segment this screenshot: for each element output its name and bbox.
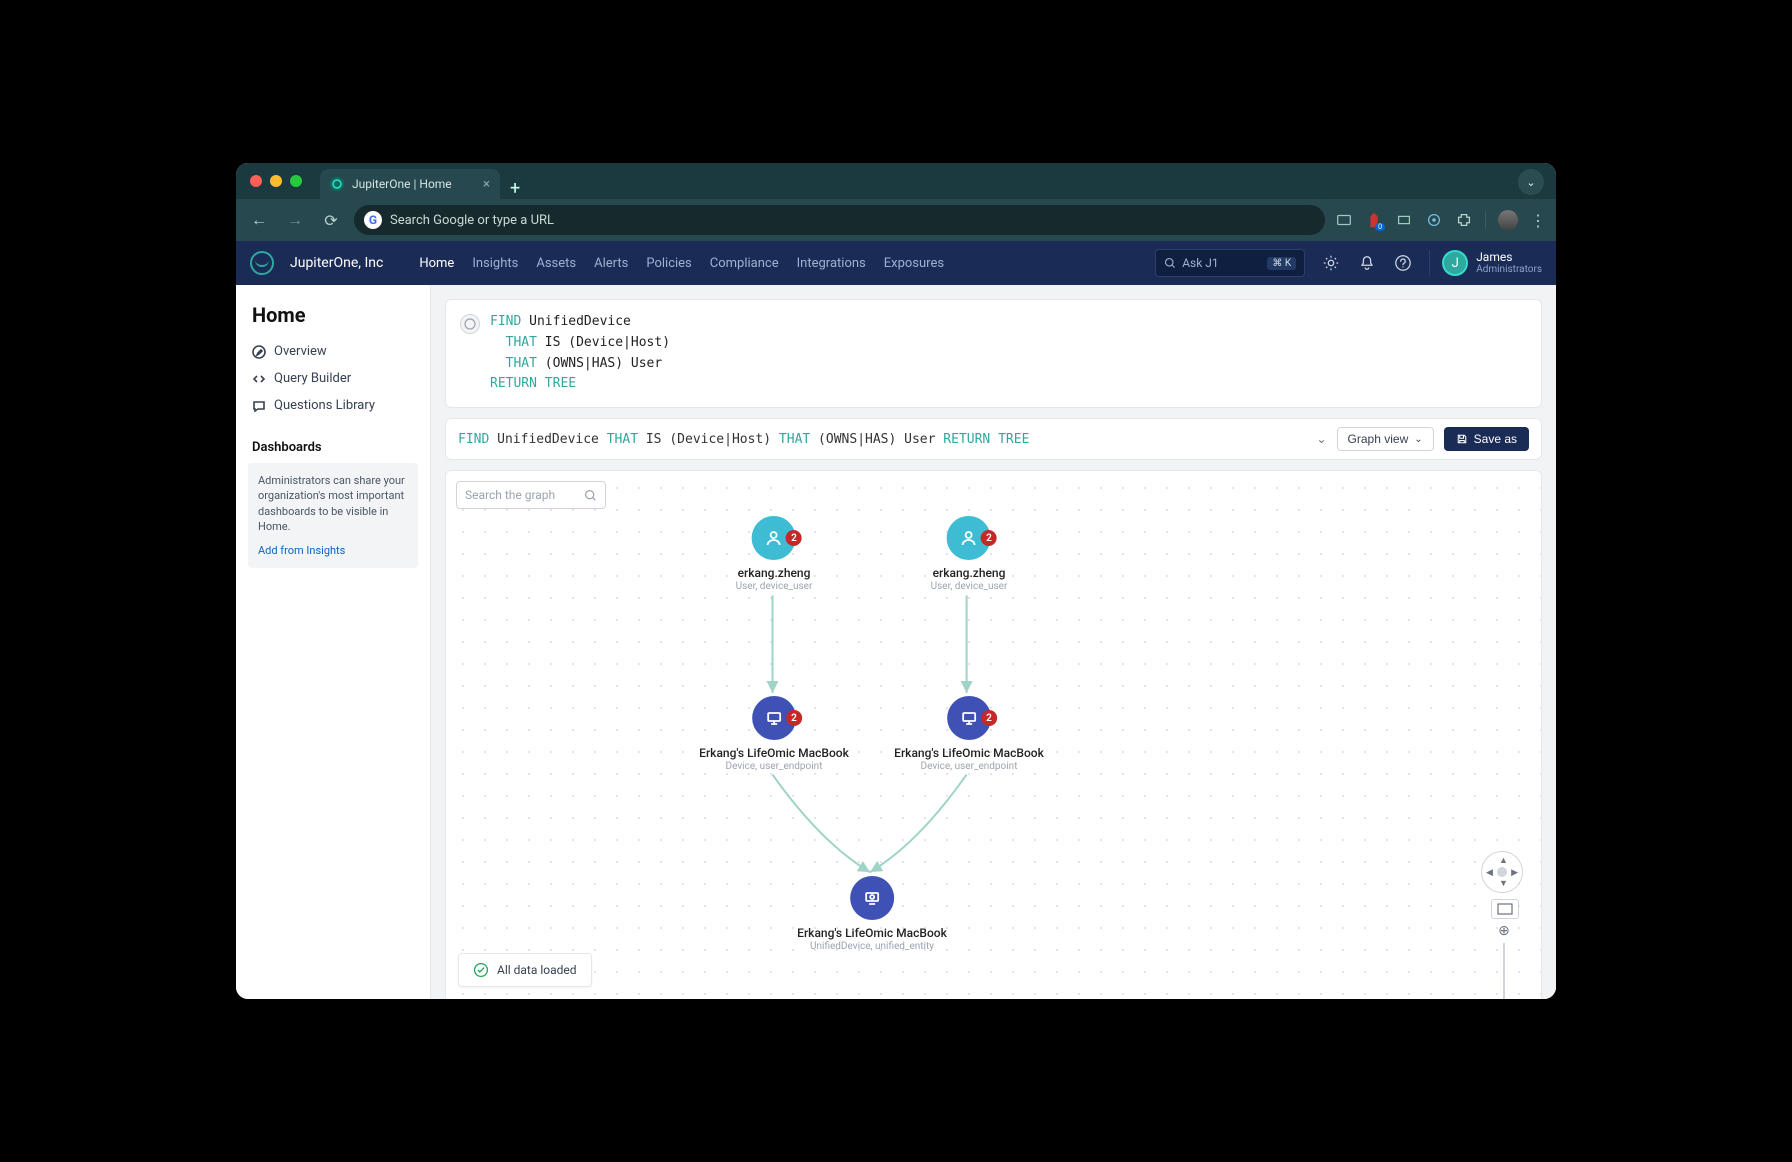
ask-placeholder: Ask J1 bbox=[1182, 256, 1218, 270]
window-controls[interactable] bbox=[250, 175, 302, 187]
zoom-slider[interactable]: ⊕ bbox=[1499, 923, 1509, 999]
nav-compliance[interactable]: Compliance bbox=[710, 256, 779, 271]
nav-home[interactable]: Home bbox=[419, 256, 454, 271]
collapse-icon[interactable]: ⌄ bbox=[1316, 432, 1326, 446]
address-bar[interactable]: G Search Google or type a URL bbox=[354, 205, 1325, 235]
tab-title: JupiterOne | Home bbox=[352, 177, 452, 191]
close-tab-icon[interactable]: × bbox=[483, 177, 490, 192]
node-badge: 2 bbox=[786, 530, 802, 546]
search-engine-icon: G bbox=[364, 211, 382, 229]
nav-exposures[interactable]: Exposures bbox=[884, 256, 944, 271]
sidebar: Home OverviewQuery BuilderQuestions Libr… bbox=[236, 285, 431, 999]
ask-j1-input[interactable]: Ask J1 ⌘ K bbox=[1155, 249, 1305, 277]
user-name: James bbox=[1476, 251, 1542, 264]
extension-icon[interactable] bbox=[1335, 211, 1353, 229]
node-badge: 2 bbox=[981, 710, 997, 726]
graph-node[interactable]: Erkang's LifeOmic MacBookUnifiedDevice, … bbox=[797, 876, 947, 952]
tabs-dropdown-button[interactable]: ⌄ bbox=[1518, 169, 1544, 195]
sidebar-item-questions-library[interactable]: Questions Library bbox=[246, 393, 420, 418]
nav-policies[interactable]: Policies bbox=[646, 256, 691, 271]
query-text: FIND UnifiedDevice THAT IS (Device|Host)… bbox=[490, 312, 670, 395]
graph-node[interactable]: 2Erkang's LifeOmic MacBookDevice, user_e… bbox=[894, 696, 1044, 772]
pan-control[interactable]: ▲ ▼ ◀ ▶ bbox=[1481, 851, 1523, 893]
dashboards-info: Administrators can share your organizati… bbox=[248, 463, 418, 568]
page-title: Home bbox=[252, 303, 414, 327]
org-name[interactable]: JupiterOne, Inc bbox=[290, 255, 383, 271]
favicon-icon bbox=[330, 177, 344, 191]
node-badge: 2 bbox=[786, 710, 802, 726]
result-toolbar: FIND UnifiedDevice THAT IS (Device|Host)… bbox=[445, 418, 1542, 460]
user-menu[interactable]: J James Administrators bbox=[1429, 250, 1542, 276]
nav-alerts[interactable]: Alerts bbox=[594, 256, 628, 271]
nav-integrations[interactable]: Integrations bbox=[797, 256, 866, 271]
graph-canvas[interactable]: Search the graph 2erkang.zhengUser, devi… bbox=[445, 470, 1542, 999]
help-icon[interactable] bbox=[1393, 253, 1413, 273]
extensions-menu-icon[interactable] bbox=[1455, 211, 1473, 229]
user-role: Administrators bbox=[1476, 264, 1542, 275]
profile-avatar[interactable] bbox=[1498, 210, 1518, 230]
reload-button[interactable]: ⟳ bbox=[318, 207, 344, 233]
node-badge: 2 bbox=[981, 530, 997, 546]
extension-icon[interactable] bbox=[1425, 211, 1443, 229]
fit-to-screen-button[interactable] bbox=[1491, 899, 1519, 919]
user-avatar: J bbox=[1442, 250, 1468, 276]
forward-button[interactable]: → bbox=[282, 207, 308, 233]
extension-icon[interactable] bbox=[1395, 211, 1413, 229]
app-logo-icon[interactable] bbox=[250, 251, 274, 275]
nav-assets[interactable]: Assets bbox=[536, 256, 576, 271]
sidebar-item-query-builder[interactable]: Query Builder bbox=[246, 366, 420, 391]
query-editor[interactable]: FIND UnifiedDevice THAT IS (Device|Host)… bbox=[445, 299, 1542, 408]
browser-menu-button[interactable]: ⋮ bbox=[1530, 211, 1546, 230]
save-as-button[interactable]: Save as bbox=[1444, 427, 1529, 451]
ask-shortcut: ⌘ K bbox=[1267, 257, 1296, 270]
sidebar-section-title: Dashboards bbox=[252, 440, 414, 455]
sidebar-item-overview[interactable]: Overview bbox=[246, 339, 420, 364]
address-placeholder: Search Google or type a URL bbox=[390, 213, 554, 228]
zoom-in-icon[interactable]: ⊕ bbox=[1498, 923, 1510, 939]
result-query-text: FIND UnifiedDevice THAT IS (Device|Host)… bbox=[458, 432, 1306, 447]
new-tab-button[interactable]: + bbox=[500, 178, 530, 199]
graph-node[interactable]: 2Erkang's LifeOmic MacBookDevice, user_e… bbox=[699, 696, 849, 772]
graph-node[interactable]: 2erkang.zhengUser, device_user bbox=[736, 516, 813, 592]
query-logo-icon bbox=[460, 314, 480, 334]
graph-search-input[interactable]: Search the graph bbox=[456, 481, 606, 509]
nav-insights[interactable]: Insights bbox=[472, 256, 518, 271]
app-header: JupiterOne, Inc Home Insights Assets Alerts… bbox=[236, 241, 1556, 285]
browser-tab[interactable]: JupiterOne | Home × bbox=[320, 169, 500, 199]
load-status: All data loaded bbox=[458, 953, 592, 987]
extension-icon[interactable]: 0 bbox=[1365, 211, 1383, 229]
graph-node[interactable]: 2erkang.zhengUser, device_user bbox=[931, 516, 1008, 592]
settings-icon[interactable] bbox=[1321, 253, 1341, 273]
back-button[interactable]: ← bbox=[246, 207, 272, 233]
add-from-insights-link[interactable]: Add from Insights bbox=[258, 543, 408, 558]
notifications-icon[interactable] bbox=[1357, 253, 1377, 273]
view-mode-button[interactable]: Graph view ⌄ bbox=[1337, 427, 1434, 451]
